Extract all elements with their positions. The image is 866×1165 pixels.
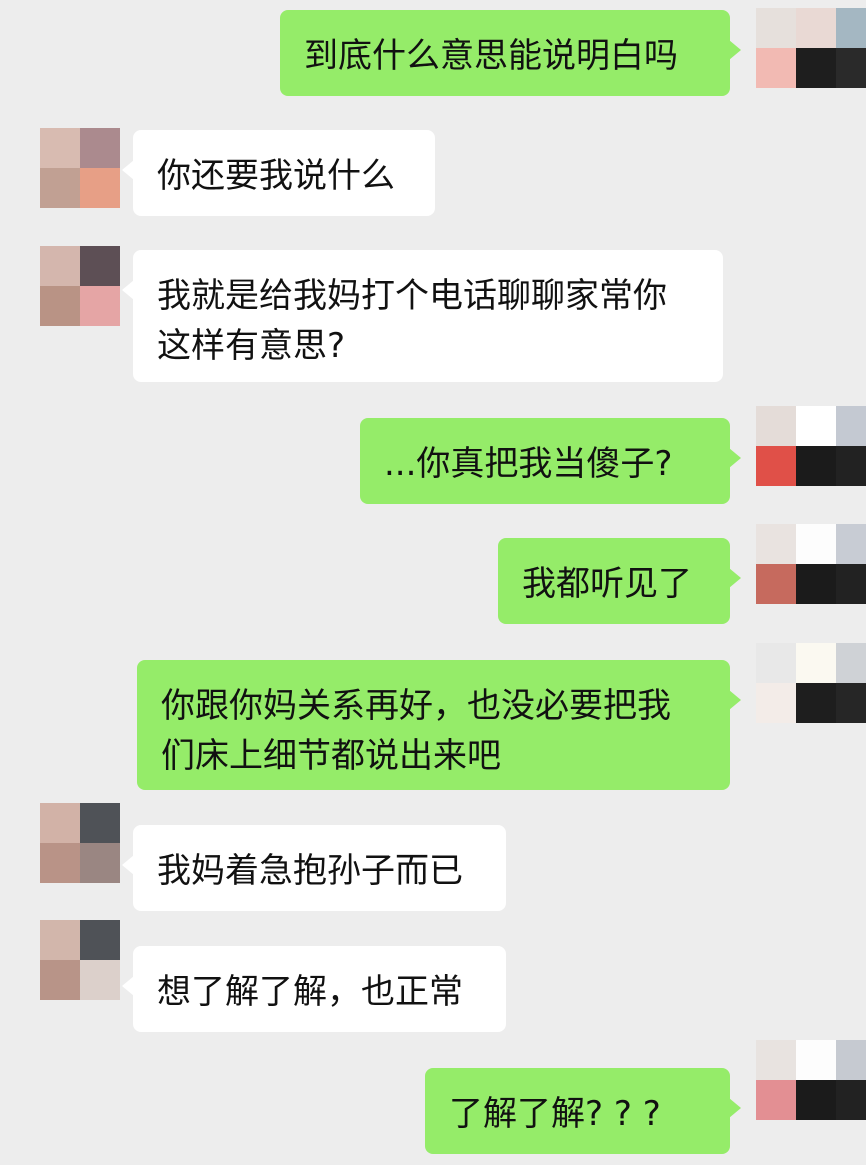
- avatar-mosaic-cell: [796, 48, 836, 88]
- avatar-mosaic-cell: [80, 843, 120, 883]
- avatar-mosaic-cell: [756, 683, 796, 723]
- avatar-mosaic-cell: [756, 564, 796, 604]
- avatar-mosaic-cell: [796, 524, 836, 564]
- avatar-mosaic-cell: [40, 246, 80, 286]
- avatar-mosaic-cell: [40, 920, 80, 960]
- avatar-mosaic-cell: [796, 564, 836, 604]
- avatar-mosaic-cell: [836, 406, 866, 446]
- avatar-mosaic-cell: [756, 643, 796, 683]
- contact-avatar[interactable]: [40, 920, 120, 1000]
- avatar-mosaic-cell: [40, 843, 80, 883]
- message-bubble[interactable]: 了解了解? ? ?: [425, 1068, 741, 1154]
- avatar-mosaic-cell: [756, 8, 796, 48]
- avatar-mosaic-cell: [80, 128, 120, 168]
- my-avatar[interactable]: [756, 524, 866, 604]
- avatar-mosaic-cell: [40, 128, 80, 168]
- message-bubble[interactable]: 你跟你妈关系再好，也没必要把我 们床上细节都说出来吧: [137, 660, 741, 790]
- message-bubble[interactable]: 想了解了解，也正常: [122, 946, 506, 1032]
- avatar-mosaic-cell: [796, 446, 836, 486]
- avatar-mosaic-cell: [40, 168, 80, 208]
- avatar-mosaic-cell: [40, 803, 80, 843]
- message-bubble[interactable]: ...你真把我当傻子?: [360, 418, 741, 504]
- avatar-mosaic-cell: [756, 524, 796, 564]
- avatar-mosaic-cell: [80, 168, 120, 208]
- avatar-mosaic-cell: [80, 960, 120, 1000]
- avatar-mosaic-cell: [80, 286, 120, 326]
- my-avatar[interactable]: [756, 643, 866, 723]
- avatar-mosaic-cell: [836, 524, 866, 564]
- message-bubble[interactable]: 我就是给我妈打个电话聊聊家常你 这样有意思?: [122, 250, 723, 382]
- avatar-mosaic-cell: [756, 406, 796, 446]
- contact-avatar[interactable]: [40, 128, 120, 208]
- my-avatar[interactable]: [756, 1040, 866, 1120]
- avatar-mosaic-cell: [40, 960, 80, 1000]
- avatar-mosaic-cell: [80, 920, 120, 960]
- avatar-mosaic-cell: [80, 803, 120, 843]
- message-bubble[interactable]: 你还要我说什么: [122, 130, 435, 216]
- avatar-mosaic-cell: [836, 1080, 866, 1120]
- avatar-mosaic-cell: [756, 446, 796, 486]
- message-bubble[interactable]: 到底什么意思能说明白吗: [280, 10, 741, 96]
- avatar-mosaic-cell: [836, 683, 866, 723]
- message-bubble[interactable]: 我都听见了: [498, 538, 741, 624]
- avatar-mosaic-cell: [796, 8, 836, 48]
- avatar-mosaic-cell: [756, 48, 796, 88]
- chat-history[interactable]: 到底什么意思能说明白吗 你还要我说什么 我就是给我妈打个电话聊聊家常你 这样有意…: [0, 0, 866, 1165]
- avatar-mosaic-cell: [796, 643, 836, 683]
- avatar-mosaic-cell: [796, 406, 836, 446]
- avatar-mosaic-cell: [80, 246, 120, 286]
- avatar-mosaic-cell: [836, 8, 866, 48]
- avatar-mosaic-cell: [836, 446, 866, 486]
- my-avatar[interactable]: [756, 406, 866, 486]
- avatar-mosaic-cell: [756, 1040, 796, 1080]
- avatar-mosaic-cell: [836, 1040, 866, 1080]
- avatar-mosaic-cell: [796, 1040, 836, 1080]
- contact-avatar[interactable]: [40, 246, 120, 326]
- avatar-mosaic-cell: [836, 48, 866, 88]
- avatar-mosaic-cell: [796, 1080, 836, 1120]
- avatar-mosaic-cell: [836, 643, 866, 683]
- avatar-mosaic-cell: [756, 1080, 796, 1120]
- contact-avatar[interactable]: [40, 803, 120, 883]
- message-bubble[interactable]: 我妈着急抱孙子而已: [122, 825, 506, 911]
- my-avatar[interactable]: [756, 8, 866, 88]
- avatar-mosaic-cell: [40, 286, 80, 326]
- avatar-mosaic-cell: [796, 683, 836, 723]
- avatar-mosaic-cell: [836, 564, 866, 604]
